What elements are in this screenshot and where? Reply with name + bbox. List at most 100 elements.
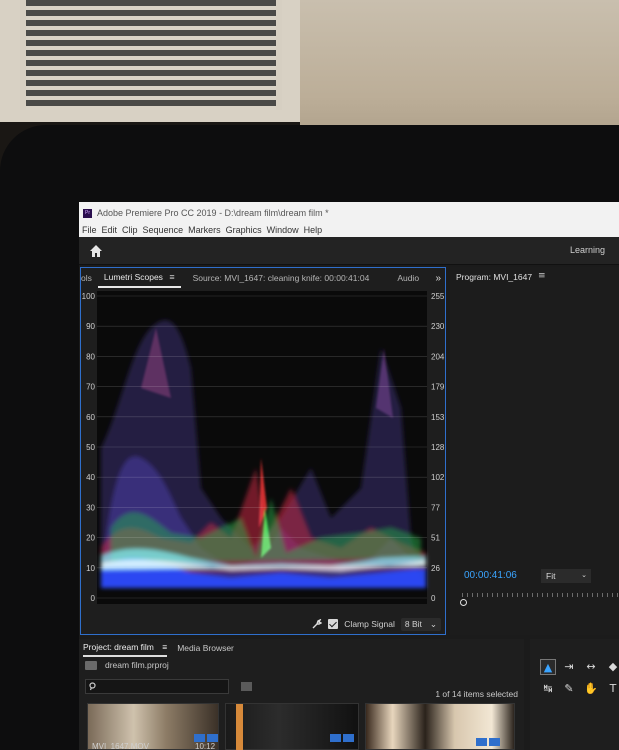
- bit-depth-select[interactable]: 8 Bit ⌄: [400, 617, 441, 631]
- folder-icon: [85, 660, 97, 670]
- program-monitor-panel: Program: MVI_1647 ≡ 00:00:41:06 Fit ⌄: [450, 267, 619, 635]
- track-select-tool-icon[interactable]: ⇥: [561, 659, 577, 675]
- project-file-name: dream film.prproj: [105, 660, 169, 670]
- scopes-tab-bar: ols Lumetri Scopes ≡ Source: MVI_1647: c…: [81, 268, 445, 288]
- menu-sequence[interactable]: Sequence: [143, 224, 184, 237]
- razor-tool-icon[interactable]: ◆: [605, 659, 619, 675]
- more-panels-icon[interactable]: »: [435, 273, 441, 284]
- tab-lumetri-scopes-label: Lumetri Scopes: [103, 271, 163, 282]
- code-value-tick-label: 26: [431, 564, 440, 573]
- luma-tick-label: 70: [86, 383, 95, 392]
- project-menu-icon[interactable]: ≡: [162, 642, 167, 652]
- playhead-timecode[interactable]: 00:00:41:06: [464, 570, 517, 581]
- selection-tool-icon[interactable]: ▲: [540, 659, 556, 675]
- clip-badge-icon: [194, 734, 205, 742]
- premiere-logo-icon: Pr: [83, 208, 92, 218]
- luma-tick-label: 100: [82, 292, 96, 301]
- window-title: Adobe Premiere Pro CC 2019 - D:\dream fi…: [97, 208, 329, 218]
- code-value-tick-label: 51: [431, 534, 440, 543]
- slip-tool-icon[interactable]: ↹: [540, 681, 556, 697]
- project-file-row: dream film.prproj: [85, 660, 169, 670]
- new-bin-icon[interactable]: [241, 682, 252, 691]
- clip-thumbnail-2[interactable]: [225, 703, 359, 750]
- luma-axis-left: 1009080706050403020100: [82, 292, 96, 603]
- tab-source-monitor[interactable]: Source: MVI_1647: cleaning knife: 00:00:…: [181, 268, 376, 288]
- menu-bar: File Edit Clip Sequence Markers Graphics…: [79, 224, 619, 237]
- workspace-learning-tab[interactable]: Learning: [570, 245, 605, 255]
- menu-markers[interactable]: Markers: [188, 224, 221, 237]
- clamp-signal-label: Clamp Signal: [344, 619, 395, 629]
- home-icon[interactable]: [89, 244, 103, 258]
- luma-tick-label: 50: [86, 443, 95, 452]
- clip-badge-icon: [489, 738, 500, 746]
- zoom-fit-value: Fit: [546, 571, 556, 581]
- tab-project[interactable]: Project: dream film ≡: [83, 640, 168, 657]
- clamp-signal-checkbox[interactable]: [328, 619, 339, 629]
- menu-file[interactable]: File: [82, 224, 97, 237]
- code-value-axis-right: 255 230 204 179 153 128 102 77 51 26 0: [431, 292, 445, 603]
- code-value-tick-label: 255: [431, 292, 445, 301]
- items-selected-count: 1 of 14 items selected: [435, 689, 518, 699]
- tab-tools-partial[interactable]: ols: [81, 268, 98, 288]
- project-tab-bar: Project: dream film ≡ Media Browser: [83, 639, 234, 657]
- clip-badge-icon: [330, 734, 341, 742]
- clip-badge-icon: [207, 734, 218, 742]
- type-tool-icon[interactable]: T: [605, 681, 619, 697]
- clip-badge-icon: [343, 734, 354, 742]
- luma-tick-label: 20: [86, 534, 95, 543]
- timeline-ruler[interactable]: [462, 593, 619, 603]
- tab-media-browser[interactable]: Media Browser: [177, 643, 234, 653]
- workspace-bar: Learning: [79, 237, 619, 265]
- code-value-tick-label: 102: [431, 473, 445, 482]
- premiere-window: Pr Adobe Premiere Pro CC 2019 - D:\dream…: [79, 202, 619, 750]
- search-icon: [89, 682, 96, 691]
- menu-help[interactable]: Help: [304, 224, 323, 237]
- menu-edit[interactable]: Edit: [102, 224, 118, 237]
- bit-depth-value: 8 Bit: [404, 618, 422, 629]
- tab-audio[interactable]: Audio: [375, 268, 425, 288]
- code-value-tick-label: 179: [431, 383, 445, 392]
- tab-lumetri-scopes[interactable]: Lumetri Scopes ≡: [97, 269, 181, 288]
- code-value-tick-label: 153: [431, 413, 445, 422]
- clip-thumbnail-3[interactable]: [365, 703, 515, 750]
- clip-badge-icon: [476, 738, 487, 746]
- pen-tool-icon[interactable]: ✎: [561, 681, 577, 697]
- program-monitor-title[interactable]: Program: MVI_1647: [456, 272, 532, 282]
- program-menu-icon[interactable]: ≡: [538, 271, 546, 281]
- lumetri-scopes-panel: ols Lumetri Scopes ≡ Source: MVI_1647: c…: [80, 267, 446, 635]
- tab-menu-icon[interactable]: ≡: [169, 272, 174, 282]
- title-bar: Pr Adobe Premiere Pro CC 2019 - D:\dream…: [79, 202, 619, 224]
- code-value-tick-label: 204: [431, 352, 445, 361]
- luma-tick-label: 80: [86, 352, 95, 361]
- code-value-tick-label: 0: [431, 594, 436, 603]
- menu-clip[interactable]: Clip: [122, 224, 138, 237]
- luma-tick-label: 30: [86, 503, 95, 512]
- code-value-tick-label: 128: [431, 443, 445, 452]
- luma-tick-label: 10: [86, 564, 95, 573]
- zoom-fit-select[interactable]: Fit ⌄: [541, 569, 591, 583]
- wall-vent: [20, 0, 282, 110]
- wrench-icon[interactable]: [311, 618, 323, 630]
- luma-tick-label: 60: [86, 413, 95, 422]
- clip-2-highlight: [236, 704, 243, 750]
- clip-name: MVI_1647.MOV: [92, 742, 149, 750]
- project-search-input[interactable]: [85, 679, 229, 694]
- chevron-down-icon: ⌄: [581, 572, 587, 579]
- luma-tick-label: 90: [86, 322, 95, 331]
- luma-tick-label: 40: [86, 473, 95, 482]
- menu-window[interactable]: Window: [267, 224, 299, 237]
- code-value-tick-label: 230: [431, 322, 445, 331]
- ripple-edit-tool-icon[interactable]: ↔: [583, 659, 599, 675]
- menu-graphics[interactable]: Graphics: [226, 224, 262, 237]
- tab-project-label: Project: dream film: [83, 641, 154, 652]
- tools-panel: ▲ ⇥ ↔ ◆ ↹ ✎ ✋ T: [530, 639, 619, 750]
- code-value-tick-label: 77: [431, 503, 440, 512]
- scope-controls: Clamp Signal 8 Bit ⌄: [81, 614, 447, 634]
- hand-tool-icon[interactable]: ✋: [583, 681, 599, 697]
- luma-tick-label: 0: [91, 594, 96, 603]
- clip-duration: 10:12: [195, 742, 216, 750]
- chevron-down-icon: ⌄: [429, 618, 437, 629]
- waveform-scope: 1009080706050403020100 25523020417915312…: [82, 291, 445, 604]
- project-panel: Project: dream film ≡ Media Browser drea…: [79, 639, 524, 750]
- playhead-handle[interactable]: [460, 599, 467, 606]
